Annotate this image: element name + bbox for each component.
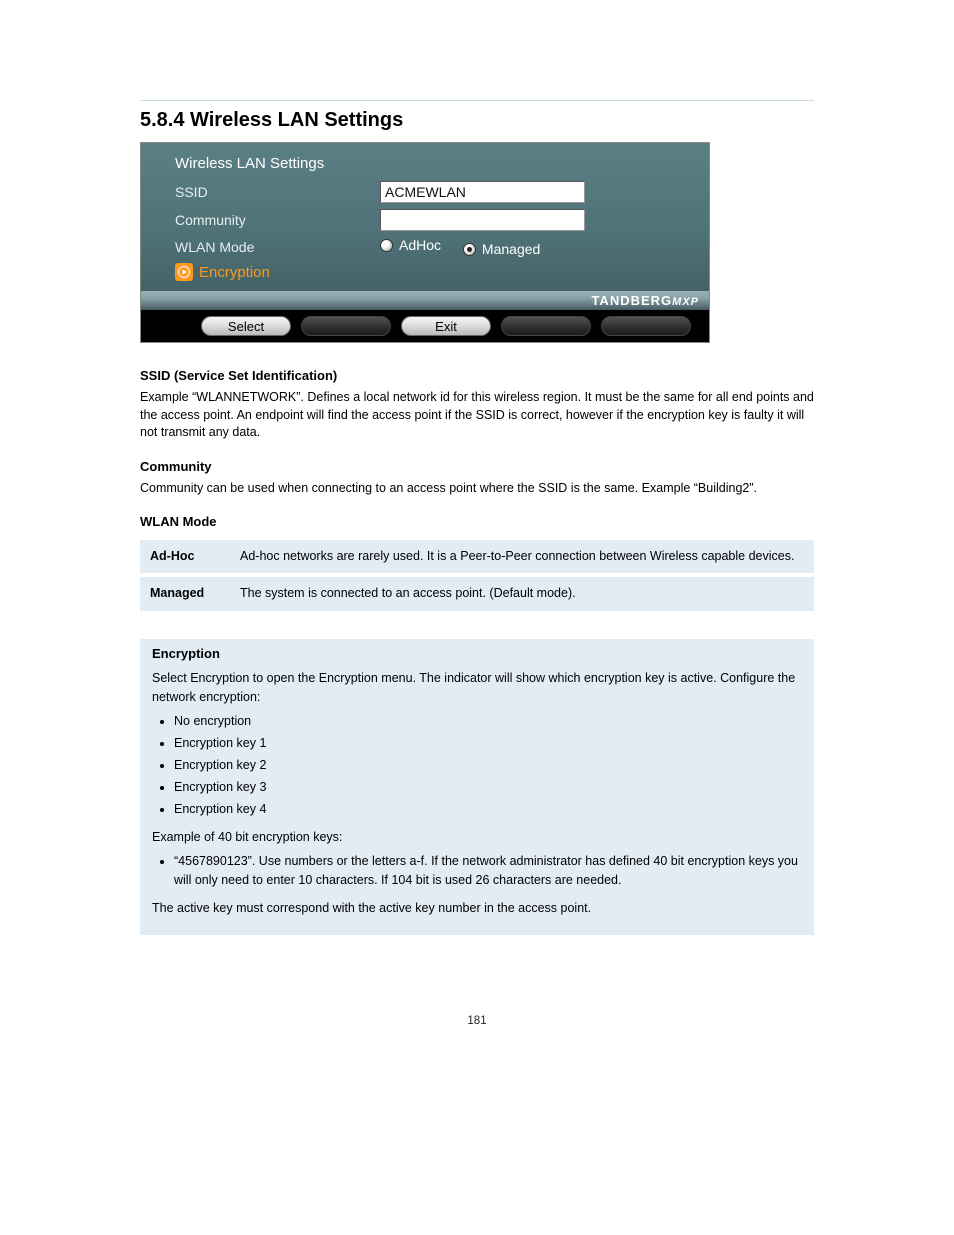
- device-content: Wireless LAN Settings SSID Community WLA…: [141, 143, 709, 291]
- mode-label: WLAN Mode: [175, 239, 380, 255]
- encryption-note-lead: Example of 40 bit encryption keys:: [152, 828, 802, 846]
- row-community: Community: [141, 206, 709, 234]
- encryption-footer: The active key must correspond with the …: [152, 899, 802, 917]
- community-input[interactable]: [380, 209, 585, 231]
- mode-heading: WLAN Mode: [140, 513, 814, 531]
- ssid-section: SSID (Service Set Identification) Exampl…: [140, 367, 814, 611]
- button-slot-4[interactable]: [501, 316, 591, 336]
- play-arrow-icon: [175, 263, 193, 281]
- list-item: Encryption key 4: [174, 800, 802, 818]
- radio-adhoc-indicator: [380, 239, 393, 252]
- button-slot-5[interactable]: [601, 316, 691, 336]
- radio-managed[interactable]: Managed: [463, 241, 540, 257]
- community-text: Community can be used when connecting to…: [140, 480, 814, 498]
- divider-top: [140, 100, 814, 101]
- mode-name-1: Managed: [140, 577, 230, 611]
- row-ssid: SSID: [141, 178, 709, 206]
- device-button-bar: Select Exit: [141, 310, 709, 342]
- ssid-label: SSID: [175, 184, 380, 200]
- radio-adhoc-label: AdHoc: [399, 237, 441, 253]
- ssid-text: Example “WLANNETWORK”. Defines a local n…: [140, 389, 814, 442]
- brand-main: TANDBERG: [591, 293, 672, 308]
- row-wlan-mode: WLAN Mode AdHoc Managed: [141, 234, 709, 260]
- mode-desc-0: Ad-hoc networks are rarely used. It is a…: [230, 540, 814, 574]
- table-row: Managed The system is connected to an ac…: [140, 577, 814, 611]
- encryption-link-label: Encryption: [199, 264, 270, 281]
- radio-managed-label: Managed: [482, 241, 540, 257]
- select-button[interactable]: Select: [201, 316, 291, 336]
- exit-button[interactable]: Exit: [401, 316, 491, 336]
- brand-sub: MXP: [672, 296, 699, 308]
- community-heading: Community: [140, 458, 814, 476]
- section-title: 5.8.4 Wireless LAN Settings: [140, 109, 814, 132]
- page-number: 181: [140, 1015, 814, 1027]
- list-item: Encryption key 3: [174, 778, 802, 796]
- list-item: Encryption key 2: [174, 756, 802, 774]
- encryption-intro: Select Encryption to open the Encryption…: [152, 669, 802, 705]
- device-screenshot: Wireless LAN Settings SSID Community WLA…: [140, 142, 710, 343]
- brand-strip: TANDBERGMXP: [141, 291, 709, 310]
- list-item: “4567890123”. Use numbers or the letters…: [174, 852, 802, 888]
- encryption-note-list: “4567890123”. Use numbers or the letters…: [152, 852, 802, 888]
- button-slot-2[interactable]: [301, 316, 391, 336]
- ssid-input[interactable]: [380, 181, 585, 203]
- encryption-heading: Encryption: [152, 645, 802, 664]
- radio-managed-indicator: [463, 243, 476, 256]
- mode-name-0: Ad-Hoc: [140, 540, 230, 574]
- community-label: Community: [175, 212, 380, 228]
- mode-table: Ad-Hoc Ad-hoc networks are rarely used. …: [140, 540, 814, 611]
- ssid-heading: SSID (Service Set Identification): [140, 367, 814, 385]
- list-item: No encryption: [174, 712, 802, 730]
- encryption-box: Encryption Select Encryption to open the…: [140, 639, 814, 935]
- radio-adhoc[interactable]: AdHoc: [380, 237, 441, 253]
- mode-radios: AdHoc Managed: [380, 237, 558, 257]
- mode-desc-1: The system is connected to an access poi…: [230, 577, 814, 611]
- encryption-list: No encryption Encryption key 1 Encryptio…: [152, 712, 802, 819]
- table-row: Ad-Hoc Ad-hoc networks are rarely used. …: [140, 540, 814, 574]
- row-encryption[interactable]: Encryption: [141, 260, 709, 281]
- list-item: Encryption key 1: [174, 734, 802, 752]
- device-panel-title: Wireless LAN Settings: [141, 153, 709, 178]
